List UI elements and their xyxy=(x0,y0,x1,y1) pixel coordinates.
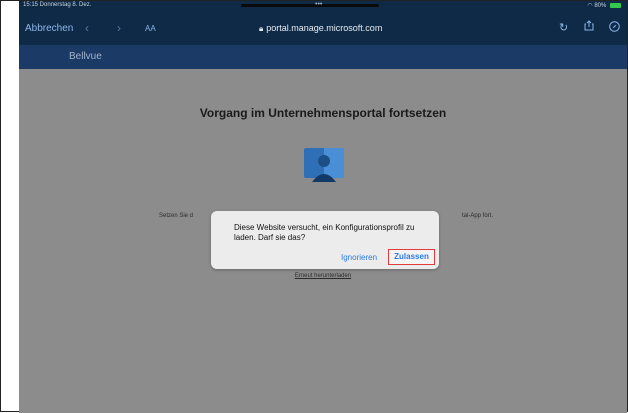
chevron-right-icon[interactable]: › xyxy=(117,21,121,35)
address-bar[interactable]: 🔒︎ portal.manage.microsoft.com xyxy=(259,23,382,34)
wifi-icon: ◠ xyxy=(587,3,593,9)
reload-icon[interactable]: ↻ xyxy=(559,21,568,34)
compass-icon[interactable] xyxy=(609,21,620,32)
site-header: Bellvue xyxy=(19,45,627,69)
instruction-text-right: tal-App fort. xyxy=(462,213,494,219)
ignore-button[interactable]: Ignorieren xyxy=(341,253,377,262)
profile-download-alert: Diese Website versucht, ein Konfiguratio… xyxy=(211,211,439,269)
battery-percent: 80% xyxy=(594,3,607,9)
status-right: ◠ 80% xyxy=(587,2,621,9)
redownload-link[interactable]: Erneut herunterladen xyxy=(19,273,627,279)
text-size-button[interactable]: AA xyxy=(145,24,156,33)
cancel-button[interactable]: Abbrechen xyxy=(25,23,73,34)
instruction-text-left: Setzen Sie d xyxy=(159,213,194,219)
safari-toolbar: 15:15 Donnerstag 8. Dez. ••• ◠ 80% Abbre… xyxy=(19,1,627,45)
ipad-screen: 15:15 Donnerstag 8. Dez. ••• ◠ 80% Abbre… xyxy=(19,1,627,413)
status-time-date: 15:15 Donnerstag 8. Dez. xyxy=(23,2,92,8)
chevron-left-icon[interactable]: ‹ xyxy=(85,21,89,35)
page-title: Vorgang im Unternehmensportal fortsetzen xyxy=(199,106,447,120)
battery-icon xyxy=(610,2,621,8)
company-portal-icon xyxy=(304,148,344,182)
brand-name: Bellvue xyxy=(69,51,102,62)
share-icon[interactable] xyxy=(584,20,594,31)
allow-button[interactable]: Zulassen xyxy=(388,249,435,265)
multitask-dots[interactable]: ••• xyxy=(315,1,322,8)
screenshot-frame: 15:15 Donnerstag 8. Dez. ••• ◠ 80% Abbre… xyxy=(0,0,628,413)
lock-icon: 🔒︎ xyxy=(259,24,264,33)
url-text: portal.manage.microsoft.com xyxy=(266,23,383,33)
alert-message: Diese Website versucht, ein Konfiguratio… xyxy=(234,223,415,242)
top-indicator xyxy=(241,4,379,7)
